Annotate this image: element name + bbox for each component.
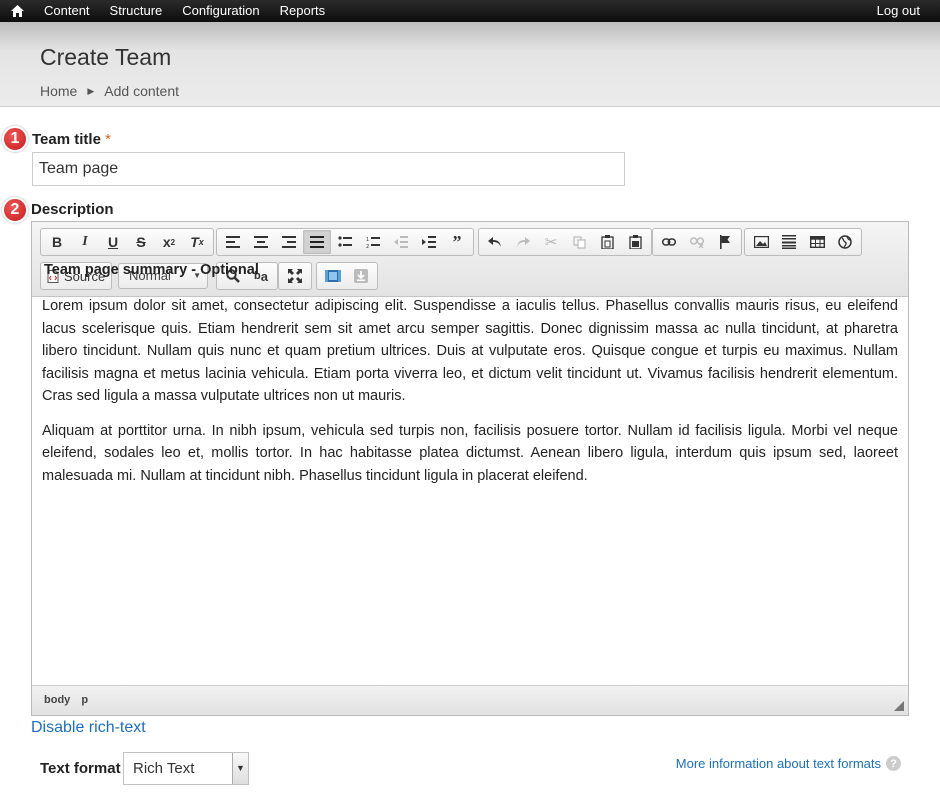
globe-icon[interactable] <box>831 230 859 254</box>
logout-link[interactable]: Log out <box>877 0 920 22</box>
editor-status-bar: body p <box>32 685 908 715</box>
page-header: Create Team Home ▶ Add content <box>0 22 940 107</box>
breadcrumb-separator-icon: ▶ <box>87 85 95 96</box>
underline-icon[interactable]: U <box>99 230 127 254</box>
home-icon[interactable] <box>0 0 34 22</box>
redo-icon[interactable] <box>509 230 537 254</box>
page-title: Create Team <box>40 44 172 70</box>
blockquote-icon[interactable]: ” <box>443 230 471 254</box>
align-center-icon[interactable] <box>247 230 275 254</box>
maximize-icon[interactable] <box>281 264 309 288</box>
align-left-icon[interactable] <box>219 230 247 254</box>
description-label: Description <box>31 201 114 218</box>
help-icon: ? <box>886 756 901 771</box>
horizontal-line-icon[interactable] <box>775 230 803 254</box>
rich-text-editor: B I U S x2 Tx 12 ” ✂ Source Normal ▼ b a… <box>31 221 909 716</box>
nav-structure[interactable]: Structure <box>100 0 173 22</box>
text-format-select[interactable]: Rich Text ▼ <box>123 752 249 785</box>
editor-content-area[interactable]: Team page summary - Optional Lorem ipsum… <box>42 262 898 499</box>
italic-icon[interactable]: I <box>71 230 99 254</box>
nav-content[interactable]: Content <box>34 0 100 22</box>
body-paragraph-2: Aliquam at porttitor urna. In nibh ipsum… <box>42 422 898 484</box>
breadcrumb-home[interactable]: Home <box>40 83 77 99</box>
text-format-info-link[interactable]: More information about text formats ? <box>676 756 901 771</box>
toolbar-group-links <box>652 228 742 256</box>
team-title-label: Team title * <box>32 131 111 148</box>
bulleted-list-icon[interactable] <box>331 230 359 254</box>
unlink-icon[interactable] <box>683 230 711 254</box>
cut-icon[interactable]: ✂ <box>537 230 565 254</box>
svg-text:1: 1 <box>366 237 369 243</box>
nav-reports[interactable]: Reports <box>270 0 336 22</box>
superscript-icon[interactable]: x2 <box>155 230 183 254</box>
admin-toolbar: Content Structure Configuration Reports … <box>0 0 940 22</box>
indent-icon[interactable] <box>415 230 443 254</box>
bold-icon[interactable]: B <box>43 230 71 254</box>
team-title-label-text: Team title <box>32 131 101 148</box>
team-title-input[interactable]: Team page <box>32 152 625 186</box>
text-format-info-label: More information about text formats <box>675 756 881 771</box>
outdent-icon[interactable] <box>387 230 415 254</box>
toolbar-group-clipboard: ✂ <box>478 228 652 256</box>
strikethrough-icon[interactable]: S <box>127 230 155 254</box>
image-icon[interactable] <box>747 230 775 254</box>
disable-rich-text-link[interactable]: Disable rich-text <box>31 719 146 737</box>
numbered-list-icon[interactable]: 12 <box>359 230 387 254</box>
breadcrumb-add-content[interactable]: Add content <box>104 83 179 99</box>
toolbar-group-basic-styles: B I U S x2 Tx <box>40 228 214 256</box>
required-marker: * <box>105 131 111 148</box>
media-embed-icon[interactable] <box>319 264 347 288</box>
summary-heading: Team page summary - Optional <box>44 262 259 278</box>
remove-format-icon[interactable]: Tx <box>183 230 211 254</box>
paste-icon[interactable] <box>593 230 621 254</box>
step-marker-2: 2 <box>2 197 28 223</box>
link-icon[interactable] <box>655 230 683 254</box>
download-icon[interactable] <box>347 264 375 288</box>
body-paragraph-1: Lorem ipsum dolor sit amet, consectetur … <box>42 298 898 404</box>
text-format-label: Text format <box>40 760 121 777</box>
toolbar-group-tools <box>278 262 312 290</box>
element-path-body[interactable]: body <box>44 694 70 706</box>
resize-handle-icon[interactable] <box>894 701 904 711</box>
nav-configuration[interactable]: Configuration <box>172 0 269 22</box>
dropdown-arrow-icon: ▼ <box>232 753 248 784</box>
text-format-value: Rich Text <box>133 760 195 777</box>
table-icon[interactable] <box>803 230 831 254</box>
toolbar-group-insert <box>744 228 862 256</box>
toolbar-group-paragraph: 12 ” <box>216 228 474 256</box>
element-path-p[interactable]: p <box>81 694 88 706</box>
step-marker-1: 1 <box>2 126 28 152</box>
breadcrumb: Home ▶ Add content <box>40 83 179 99</box>
svg-text:2: 2 <box>366 244 369 248</box>
undo-icon[interactable] <box>481 230 509 254</box>
element-path: body p <box>44 694 96 706</box>
justify-icon[interactable] <box>303 230 331 254</box>
toolbar-group-media <box>316 262 378 290</box>
copy-icon[interactable] <box>565 230 593 254</box>
align-right-icon[interactable] <box>275 230 303 254</box>
paste-from-word-icon[interactable] <box>621 230 649 254</box>
anchor-flag-icon[interactable] <box>711 230 739 254</box>
